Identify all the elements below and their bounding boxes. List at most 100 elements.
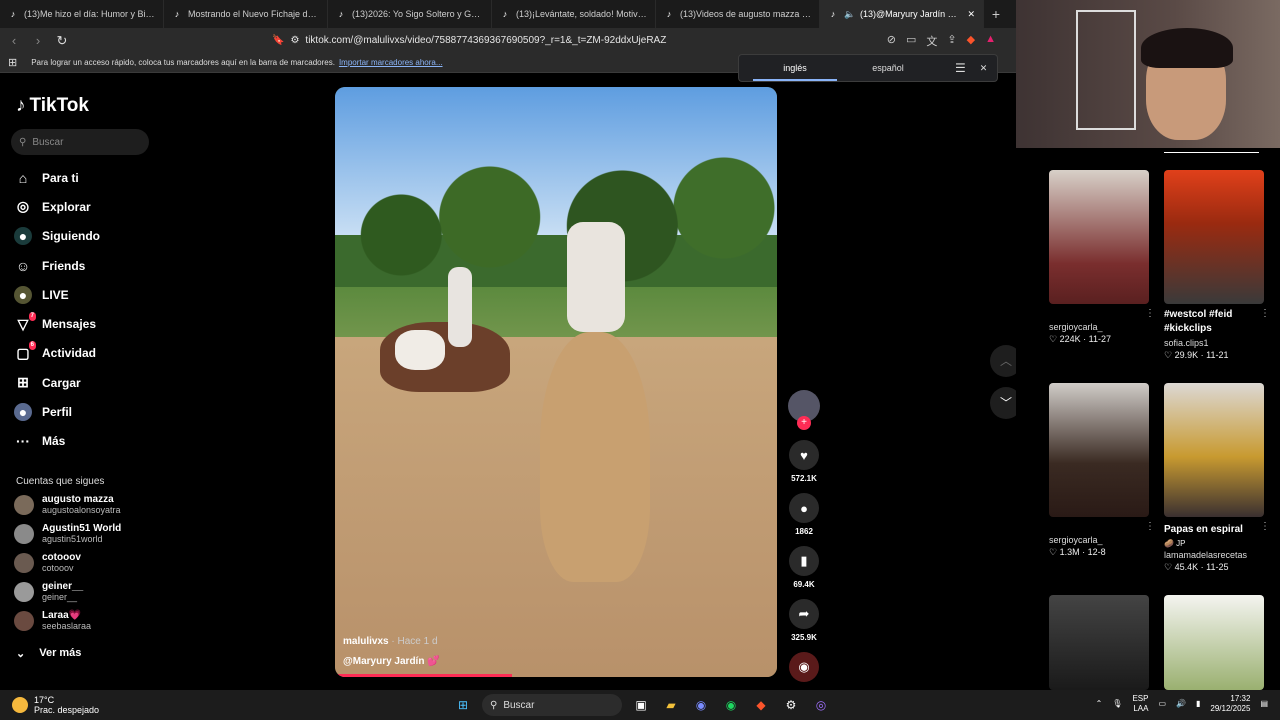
discord-icon[interactable]: ◉	[690, 694, 712, 716]
file-explorer-icon[interactable]: ▰	[660, 694, 682, 716]
rec-card[interactable]: sergioycarla_ ♡ 224K · 11-27 ⋮	[1049, 170, 1155, 345]
comment-button[interactable]: ● 1862	[787, 493, 821, 536]
share-button[interactable]: ➦ 325.9K	[787, 599, 821, 642]
followed-account[interactable]: Laraa💗 seebaslaraa	[14, 610, 164, 632]
sidebar-item-perfil[interactable]: ● Perfil	[14, 397, 100, 426]
windows-start-icon[interactable]: ⊞	[452, 694, 474, 716]
rec-thumbnail[interactable]	[1049, 595, 1149, 690]
account-name: augusto mazza	[42, 494, 114, 505]
save-button[interactable]: ▮ 69.4K	[787, 546, 821, 589]
sidebar-item-siguiendo[interactable]: ● Siguiendo	[14, 222, 100, 251]
browser-tab[interactable]: ♪ (13)Videos de augusto mazza (@aug	[656, 0, 820, 28]
network-icon[interactable]: ▭	[1158, 699, 1166, 709]
back-icon[interactable]: ‹	[4, 33, 24, 48]
no-track-icon[interactable]: ⊘	[887, 33, 896, 49]
video-author[interactable]: malulivxs	[343, 636, 389, 647]
rec-card[interactable]: sergioycarla_ ♡ 1.3M · 12-8 ⋮	[1049, 383, 1155, 558]
rec-caption[interactable]: Papas en espiral	[1164, 523, 1266, 537]
more-options-icon[interactable]: ⋮	[1145, 521, 1155, 532]
video-player[interactable]: malulivxs · Hace 1 d @Maryury Jardín 💕	[335, 87, 777, 677]
like-button[interactable]: ♥ 572.1K	[787, 440, 821, 483]
creator-avatar[interactable]	[788, 390, 820, 430]
speaker-icon[interactable]: 🔈	[844, 9, 855, 19]
sidebar-item-explorar[interactable]: ◎ Explorar	[14, 192, 100, 221]
app-icon[interactable]: ◎	[810, 694, 832, 716]
mic-icon[interactable]: 🎙	[1112, 699, 1122, 709]
more-options-icon[interactable]: ⋮	[1260, 521, 1270, 532]
bookmark-icon: ▮	[789, 546, 819, 576]
video-horse-palomino	[540, 332, 650, 582]
followed-account[interactable]: Agustin51 World agustin51world	[14, 523, 164, 545]
browser-tab[interactable]: ♪ Mostrando el Nuevo Fichaje de West	[164, 0, 328, 28]
weather-widget[interactable]: 17°C Prac. despejado	[12, 695, 99, 715]
rec-thumbnail[interactable]	[1049, 383, 1149, 517]
notifications-icon[interactable]: ▤	[1260, 699, 1268, 709]
video-caption[interactable]: @Maryury Jardín 💕	[343, 656, 440, 667]
volume-icon[interactable]: 🔊	[1176, 699, 1186, 709]
taskbar-search[interactable]: ⚲ Buscar	[482, 694, 622, 716]
browser-tab-active[interactable]: ♪ 🔈 (13)@Maryury Jardín 💕 | Tik ✕	[820, 0, 984, 28]
search-input[interactable]: ⚲ Buscar	[11, 129, 149, 155]
rec-card[interactable]	[1049, 595, 1151, 690]
rec-user[interactable]: sofia.clips1	[1164, 338, 1266, 348]
browser-tab[interactable]: ♪ (13)Me hizo el día: Humor y Bicicleta	[0, 0, 164, 28]
battery-icon[interactable]: ▮	[1196, 699, 1200, 709]
sidebar-item-live[interactable]: ● LIVE	[14, 280, 100, 309]
followed-account[interactable]: augusto mazza augustoalonsoyatra	[14, 494, 164, 516]
browser-tab[interactable]: ♪ (13)2026: Yo Sigo Soltero y Gozando	[328, 0, 492, 28]
site-info-icon[interactable]: ⚙	[290, 35, 299, 46]
share-icon[interactable]: ⇪	[947, 33, 956, 49]
translate-menu-icon[interactable]: ☰	[955, 61, 966, 75]
sidebar-item-mensajes[interactable]: ▽ 7 Mensajes	[14, 309, 100, 338]
rec-card[interactable]: #westcol #feid #kickclips sofia.clips1 ♡…	[1164, 170, 1270, 361]
translate-close-icon[interactable]: ✕	[980, 63, 988, 74]
translate-lang-target[interactable]: español	[851, 63, 925, 73]
close-tab-icon[interactable]: ✕	[967, 9, 975, 20]
see-more-button[interactable]: ⌄ Ver más	[16, 647, 81, 660]
rewards-icon[interactable]: ▲	[985, 33, 996, 49]
more-options-icon[interactable]: ⋮	[1145, 308, 1155, 319]
recommendations-panel: sergioycarla_ ♡ 224K · 11-27 ⋮ #westcol …	[1016, 148, 1280, 690]
sidebar-item-actividad[interactable]: ▢ 6 Actividad	[14, 339, 100, 368]
reload-icon[interactable]: ↻	[52, 33, 72, 49]
forward-icon[interactable]: ›	[28, 33, 48, 48]
sidebar-item-mas[interactable]: ··· Más	[14, 427, 100, 456]
followed-account[interactable]: cotooov cotooov	[14, 552, 164, 574]
new-tab-button[interactable]: +	[984, 6, 1008, 22]
rec-user[interactable]: sergioycarla_	[1049, 322, 1151, 332]
tray-chevron-up-icon[interactable]: ⌃	[1096, 699, 1103, 709]
url-field[interactable]: 🔖 ⚙ tiktok.com/@malulivxs/video/75887743…	[272, 35, 666, 46]
cast-icon[interactable]: ▭	[906, 33, 916, 49]
rec-thumbnail[interactable]	[1164, 595, 1264, 690]
rec-user[interactable]: lamamadelasrecetas	[1164, 550, 1266, 560]
sidebar-item-friends[interactable]: ☺ Friends	[14, 251, 100, 280]
music-disc-button[interactable]: ◉	[787, 652, 821, 682]
rec-thumbnail[interactable]	[1049, 170, 1149, 304]
rec-caption[interactable]: #westcol #feid #kickclips	[1164, 308, 1266, 336]
more-options-icon[interactable]: ⋮	[1260, 308, 1270, 319]
video-progress[interactable]	[335, 674, 512, 677]
sidebar-item-para-ti[interactable]: ⌂ Para ti	[14, 163, 100, 192]
rec-thumbnail[interactable]	[1164, 383, 1264, 517]
translate-lang-source[interactable]: inglés	[739, 55, 851, 81]
translate-icon[interactable]: 文	[926, 33, 937, 49]
video-actions: ♥ 572.1K ● 1862 ▮ 69.4K ➦ 325.9K ◉	[787, 390, 821, 692]
rec-thumbnail[interactable]	[1164, 170, 1264, 304]
clock[interactable]: 17:32 29/12/2025	[1210, 694, 1250, 714]
spotify-icon[interactable]: ◉	[720, 694, 742, 716]
followed-account[interactable]: geiner__ geiner__	[14, 581, 164, 603]
import-bookmarks-link[interactable]: Importar marcadores ahora...	[339, 58, 443, 67]
rec-card[interactable]: Papas en espiral 🥔 JP lamamadelasrecetas…	[1164, 383, 1270, 573]
brave-icon[interactable]: ◆	[750, 694, 772, 716]
bookmark-icon[interactable]: 🔖	[272, 35, 284, 46]
apps-icon[interactable]: ⊞	[8, 56, 17, 69]
tiktok-logo[interactable]: ♪ TikTok	[16, 95, 89, 117]
language-indicator[interactable]: ESP LAA	[1132, 694, 1148, 714]
settings-icon[interactable]: ⚙	[780, 694, 802, 716]
brave-shield-icon[interactable]: ◆	[967, 33, 975, 49]
rec-user[interactable]: sergioycarla_	[1049, 535, 1151, 545]
task-view-icon[interactable]: ▣	[630, 694, 652, 716]
rec-card[interactable]	[1164, 595, 1266, 690]
browser-tab[interactable]: ♪ (13)¡Levántate, soldado! Motivación	[492, 0, 656, 28]
sidebar-item-cargar[interactable]: ⊞ Cargar	[14, 368, 100, 397]
